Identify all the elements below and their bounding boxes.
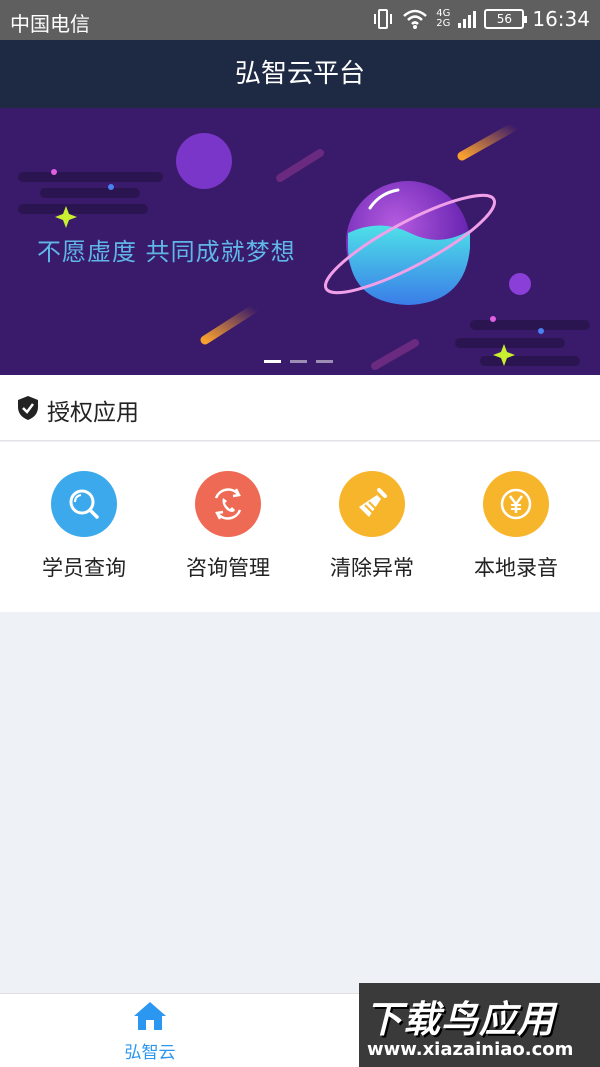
carousel-dot-2 [290,360,307,363]
tab-home[interactable]: 弘智云 [110,1000,190,1063]
status-bar: 中国电信 4G 2G 56 16:34 [0,0,600,40]
status-icons: 4G 2G 56 16:34 [372,7,590,31]
home-icon [134,1002,166,1030]
app-tile-clear-exception[interactable]: 清除异常 [300,471,444,582]
broom-icon [339,471,405,537]
app-tile-local-recording[interactable]: 本地录音 [444,471,588,582]
app-tile-consult-manage[interactable]: 咨询管理 [156,471,300,582]
tab-home-label: 弘智云 [124,1043,176,1063]
watermark-title: 下载鸟应用 [365,998,555,1041]
carrier-label: 中国电信 [10,12,90,36]
section-title: 授权应用 [47,400,139,426]
app-bar-title: 弘智云平台 [0,40,600,108]
battery-icon: 56 [484,9,528,29]
app-label: 本地录音 [474,556,558,580]
app-label: 学员查询 [42,556,126,580]
wifi-icon [403,9,428,29]
banner-carousel[interactable]: 不愿虚度 共同成就梦想 [0,108,600,375]
app-grid: 学员查询 咨询管理 清除异常 本地录音 [0,442,600,612]
app-label: 清除异常 [330,556,414,580]
vibrate-icon [374,9,393,29]
yen-coin-icon [483,471,549,537]
search-icon [51,471,117,537]
phone-refresh-icon [195,471,261,537]
network-type: 4G 2G [436,8,451,29]
clock: 16:34 [532,7,590,31]
watermark-url: www.xiazainiao.com [367,1039,574,1060]
section-header: 授权应用 [0,375,600,441]
watermark-logo: 下载鸟应用 www.xiazainiao.com [359,983,600,1067]
app-label: 咨询管理 [186,556,270,580]
app-tile-student-query[interactable]: 学员查询 [12,471,156,582]
carousel-dot-1 [264,360,281,363]
banner-slogan: 不愿虚度 共同成就梦想 [37,238,296,266]
carousel-dot-3 [316,360,333,363]
signal-icon [458,11,477,28]
carousel-indicator [264,360,333,363]
shield-check-icon [18,396,38,420]
